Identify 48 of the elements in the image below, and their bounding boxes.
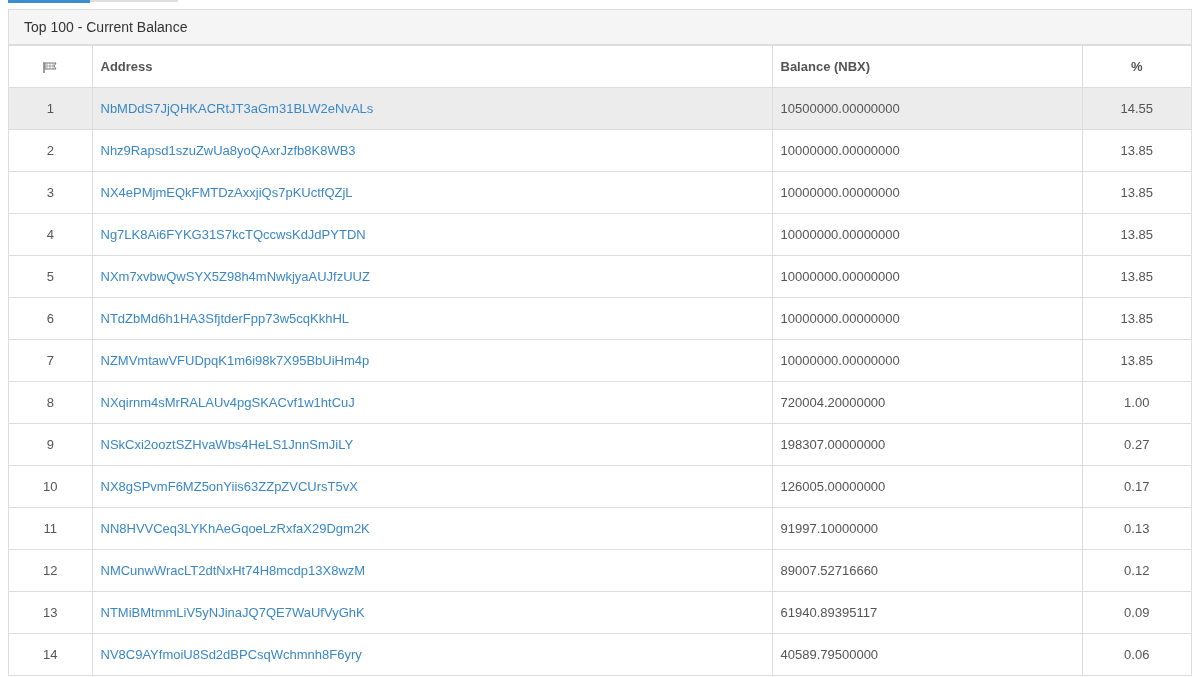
table-cell: 89007.52716660 [772,549,1082,592]
table-cell: 2 [9,129,92,172]
address-link[interactable]: NV8C9AYfmoiU8Sd2dBPCsqWchmnh8F6yry [100,647,362,662]
table-cell: 13 [9,591,92,634]
table-cell: 10 [9,465,92,508]
table-cell: 126005.00000000 [772,465,1082,508]
table-cell: 12 [9,549,92,592]
address-link[interactable]: NXm7xvbwQwSYX5Z98h4mNwkjyaAUJfzUUZ [100,269,370,284]
table-cell: 6 [9,297,92,340]
address-link[interactable]: Ng7LK8Ai6FYKG31S7kcTQccwsKdJdPYTDN [100,227,366,242]
table-cell: 91997.10000000 [772,507,1082,550]
table-cell: 10500000.00000000 [772,87,1082,130]
address-link[interactable]: NTMiBMtmmLiV5yNJinaJQ7QE7WaUfVyGhK [100,605,365,620]
table-cell: 5 [9,255,92,298]
table-cell: 8 [9,381,92,424]
address-link[interactable]: NZMVmtawVFUDpqK1m6i98k7X95BbUiHm4p [100,353,370,368]
tab[interactable] [8,0,90,3]
panel-title: Top 100 - Current Balance [24,19,188,35]
address-link[interactable]: Nhz9Rapsd1szuZwUa8yoQAxrJzfb8K8WB3 [100,143,356,158]
flag-icon [43,62,58,74]
table-cell: 40589.79500000 [772,633,1082,676]
address-link[interactable]: NX8gSPvmF6MZ5onYiis63ZZpZVCUrsT5vX [100,479,358,494]
table-cell: 61940.89395117 [772,591,1082,634]
table-cell: 7 [9,339,92,382]
table-cell: 10000000.00000000 [772,171,1082,214]
table-cell: 3 [9,171,92,214]
table-cell: 720004.20000000 [772,381,1082,424]
address-link[interactable]: NSkCxi2ooztSZHvaWbs4HeLS1JnnSmJiLY [100,437,354,452]
table-cell: 10000000.00000000 [772,129,1082,172]
table-cell: 9 [9,423,92,466]
table-cell: 11 [9,507,92,550]
address-link[interactable]: NMCunwWracLT2dtNxHt74H8mcdp13X8wzM [100,563,366,578]
table-cell: 10000000.00000000 [772,297,1082,340]
table-cell: 198307.00000000 [772,423,1082,466]
table-cell: 10000000.00000000 [772,213,1082,256]
address-link[interactable]: NXqirnm4sMrRALAUv4pgSKACvf1w1htCuJ [100,395,355,410]
address-link[interactable]: NN8HVVCeq3LYKhAeGqoeLzRxfaX29Dgm2K [100,521,370,536]
table-cell: 1 [9,87,92,130]
column-header: Balance (NBX) [772,45,1082,88]
address-link[interactable]: NTdZbMd6h1HA3SfjtderFpp73w5cqKkhHL [100,311,350,326]
column-header: % [1082,45,1191,88]
address-link[interactable]: NX4ePMjmEQkFMTDzAxxjiQs7pKUctfQZjL [100,185,353,200]
table-cell: 4 [9,213,92,256]
column-header: Address [92,45,772,88]
table-cell: 10000000.00000000 [772,255,1082,298]
table-cell: 14 [9,633,92,676]
address-link[interactable]: NbMDdS7JjQHKACRtJT3aGm31BLW2eNvALs [100,101,374,116]
table-cell: 10000000.00000000 [772,339,1082,382]
